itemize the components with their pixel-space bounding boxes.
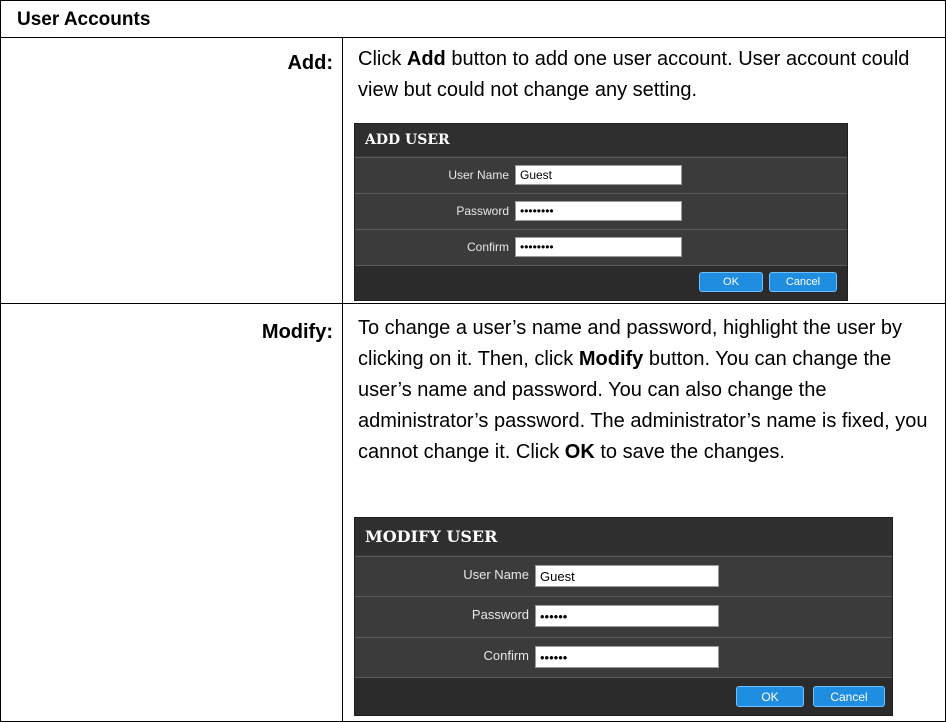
modify-user-dialog: MODIFY USER User Name Guest Password •••… [354,517,893,716]
confirm-label: Confirm [466,240,509,254]
ok-button[interactable]: OK [699,272,763,292]
row-divider [1,303,945,304]
username-input[interactable]: Guest [515,165,682,185]
modify-row-label: Modify: [261,321,333,343]
cancel-button[interactable]: Cancel [769,272,837,292]
confirm-password-input[interactable]: •••••••• [515,237,682,257]
ok-button[interactable]: OK [736,686,804,707]
add-row-label: Add: [287,52,333,74]
modify-keyword: Modify [578,348,644,370]
modify-user-dialog-title: MODIFY USER [355,518,892,555]
ok-keyword: OK [564,441,595,463]
password-input[interactable]: •••••••• [515,201,682,221]
column-divider [342,304,343,721]
add-user-dialog: ADD USER User Name Guest Password ••••••… [354,123,848,301]
confirm-label: Confirm [483,648,529,663]
user-accounts-table: User Accounts Add: Click Add button to a… [0,0,946,722]
add-user-dialog-title: ADD USER [355,124,847,156]
add-description: Click Add button to add one user account… [358,48,910,101]
add-keyword: Add [406,48,446,70]
username-label: User Name [448,168,509,182]
modify-description: To change a user’s name and password, hi… [358,317,928,463]
dialog-footer [355,677,892,715]
username-label: User Name [463,567,529,582]
table-header: User Accounts [1,1,945,38]
password-input[interactable]: •••••• [535,605,719,627]
table-title: User Accounts [17,9,151,30]
cancel-button[interactable]: Cancel [813,686,885,707]
password-label: Password [471,607,529,622]
username-input[interactable]: Guest [535,565,719,587]
password-label: Password [456,204,509,218]
confirm-password-input[interactable]: •••••• [535,646,719,668]
column-divider [342,38,343,303]
